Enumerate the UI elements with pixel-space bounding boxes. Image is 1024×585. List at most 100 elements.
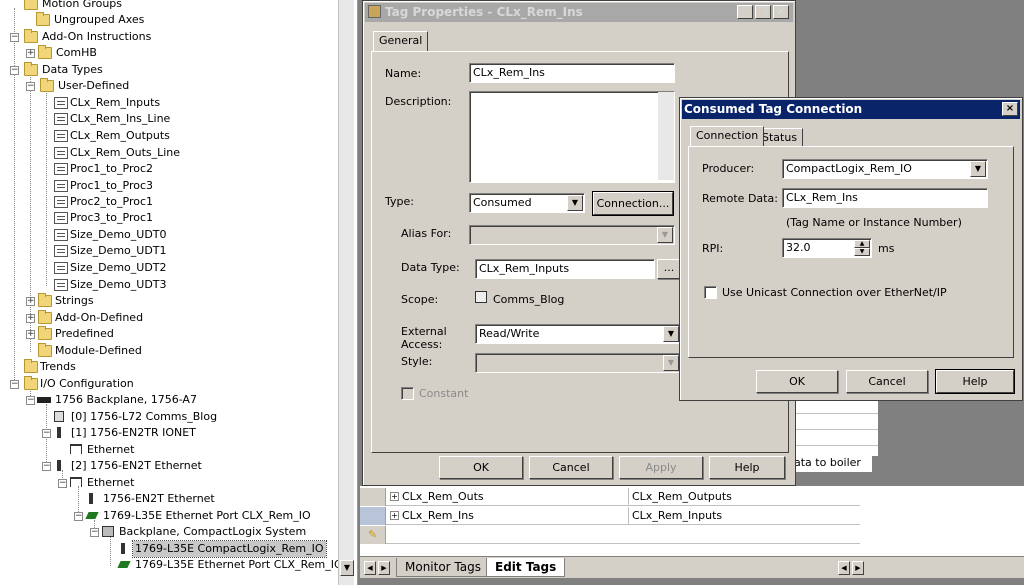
spin-up-icon[interactable]: ▲ xyxy=(854,240,870,248)
folder-icon xyxy=(38,343,52,357)
ok-button[interactable]: OK xyxy=(439,456,523,479)
help-button[interactable]: Help xyxy=(709,456,785,479)
scroll-down-icon[interactable]: ▼ xyxy=(340,560,354,576)
sheet-tabs-bar: ◀ ▶ Monitor Tags Edit Tags ◀ ▶ xyxy=(360,556,1024,578)
scroll-left-icon[interactable]: ◀ xyxy=(838,561,850,575)
type-select[interactable]: Consumed ▼ xyxy=(469,193,585,213)
external-access-select[interactable]: Read/Write ▼ xyxy=(475,324,681,344)
collapse-icon[interactable]: − xyxy=(74,512,83,521)
spin-down-icon[interactable]: ▼ xyxy=(854,248,870,256)
folder-icon xyxy=(38,293,52,307)
module-icon xyxy=(57,460,61,471)
folder-open-icon xyxy=(24,0,38,10)
collapse-icon[interactable]: − xyxy=(42,429,51,438)
udt-icon xyxy=(54,262,68,274)
pencil-icon: ✎ xyxy=(368,528,378,541)
module-icon xyxy=(57,427,61,438)
collapse-icon[interactable]: − xyxy=(58,479,67,488)
expand-icon[interactable]: + xyxy=(26,49,35,58)
udt-icon xyxy=(54,212,68,224)
cancel-button[interactable]: Cancel xyxy=(846,370,928,393)
network-icon xyxy=(70,444,82,454)
scroll-right-icon[interactable]: ▶ xyxy=(852,561,864,575)
first-tab-icon[interactable]: ◀ xyxy=(364,561,376,575)
description-field[interactable] xyxy=(469,91,675,183)
alias-for-select[interactable]: ▼ xyxy=(469,225,675,245)
expand-icon[interactable]: + xyxy=(390,511,399,520)
controller-icon xyxy=(54,411,64,422)
minimize-icon[interactable]: _ xyxy=(737,5,753,19)
remote-data-field[interactable]: CLx_Rem_Ins xyxy=(782,188,988,208)
table-row-new[interactable]: ✎ xyxy=(360,526,860,544)
chevron-down-icon: ▼ xyxy=(657,227,673,243)
aoi-icon xyxy=(38,45,52,59)
dialog-titlebar[interactable]: Consumed Tag Connection × xyxy=(682,100,1020,119)
name-field[interactable]: CLx_Rem_Ins xyxy=(469,63,675,83)
folder-open-icon xyxy=(24,29,38,43)
producer-select[interactable]: CompactLogix_Rem_IO ▼ xyxy=(782,159,988,179)
folder-icon xyxy=(38,310,52,324)
chevron-down-icon: ▼ xyxy=(663,355,679,371)
collapse-icon[interactable]: − xyxy=(42,462,51,471)
expand-icon[interactable]: + xyxy=(26,297,35,306)
udt-icon xyxy=(54,180,68,192)
tag-icon xyxy=(368,5,381,18)
rpi-field[interactable]: 32.0 ▲ ▼ xyxy=(782,238,872,258)
udt-icon xyxy=(54,97,68,109)
dialog-titlebar[interactable]: Tag Properties - CLx_Rem_Ins _ □ × xyxy=(365,3,793,22)
folder-open-icon xyxy=(24,62,38,76)
close-icon[interactable]: × xyxy=(773,5,789,19)
udt-icon xyxy=(54,229,68,241)
constant-checkbox[interactable] xyxy=(401,387,414,400)
last-tab-icon[interactable]: ▶ xyxy=(378,561,390,575)
tree-scrollbar[interactable]: ▼ xyxy=(338,0,354,585)
folder-icon xyxy=(24,359,38,373)
chevron-down-icon[interactable]: ▼ xyxy=(663,326,679,342)
maximize-icon[interactable]: □ xyxy=(755,5,771,19)
udt-icon xyxy=(54,113,68,125)
chevron-down-icon[interactable]: ▼ xyxy=(567,195,583,211)
collapse-icon[interactable]: − xyxy=(10,33,19,42)
udt-icon xyxy=(54,279,68,291)
folder-icon xyxy=(36,12,50,26)
tag-grid[interactable]: + CLx_Rem_Outs CLx_Rem_Outputs + CLx_Rem… xyxy=(360,486,1024,556)
expand-icon[interactable]: + xyxy=(26,314,35,323)
backplane-icon xyxy=(37,397,51,403)
expand-icon[interactable]: + xyxy=(390,492,399,501)
table-row[interactable]: + CLx_Rem_Outs CLx_Rem_Outputs xyxy=(360,488,860,506)
style-select[interactable]: ▼ xyxy=(475,353,681,373)
cancel-button[interactable]: Cancel xyxy=(529,456,613,479)
collapse-icon[interactable]: − xyxy=(26,82,35,91)
tab-general[interactable]: General xyxy=(373,31,429,51)
folder-icon xyxy=(38,326,52,340)
port-icon xyxy=(117,561,131,568)
unicast-checkbox[interactable] xyxy=(704,286,717,299)
tree-connector xyxy=(46,90,47,286)
connection-button[interactable]: Connection... xyxy=(592,191,674,216)
tab-connection[interactable]: Connection xyxy=(690,126,765,146)
close-icon[interactable]: × xyxy=(1002,102,1018,116)
module-icon xyxy=(121,543,125,554)
collapse-icon[interactable]: − xyxy=(10,66,19,75)
collapse-icon[interactable]: − xyxy=(26,396,35,405)
ok-button[interactable]: OK xyxy=(756,370,838,393)
folder-open-icon xyxy=(24,376,38,390)
scope-program-icon xyxy=(475,291,487,303)
data-type-field[interactable]: CLx_Rem_Inputs xyxy=(475,259,655,279)
expand-icon[interactable]: + xyxy=(26,330,35,339)
folder-open-icon xyxy=(40,78,54,92)
chevron-down-icon[interactable]: ▼ xyxy=(970,161,986,177)
tab-monitor-tags[interactable]: Monitor Tags xyxy=(396,558,490,577)
apply-button[interactable]: Apply xyxy=(619,456,703,479)
tab-edit-tags[interactable]: Edit Tags xyxy=(486,558,566,577)
browse-data-type-button[interactable]: ... xyxy=(657,259,681,279)
table-row[interactable]: + CLx_Rem_Ins CLx_Rem_Inputs xyxy=(360,507,860,525)
collapse-icon[interactable]: − xyxy=(10,380,19,389)
help-button[interactable]: Help xyxy=(935,369,1015,394)
tree-connector xyxy=(110,536,111,566)
description-scrollbar[interactable] xyxy=(658,92,674,180)
port-icon xyxy=(85,512,99,519)
udt-icon xyxy=(54,196,68,208)
controller-organizer-tree[interactable]: Motion Groups Ungrouped Axes − Add-On In… xyxy=(0,0,358,585)
collapse-icon[interactable]: − xyxy=(90,528,99,537)
